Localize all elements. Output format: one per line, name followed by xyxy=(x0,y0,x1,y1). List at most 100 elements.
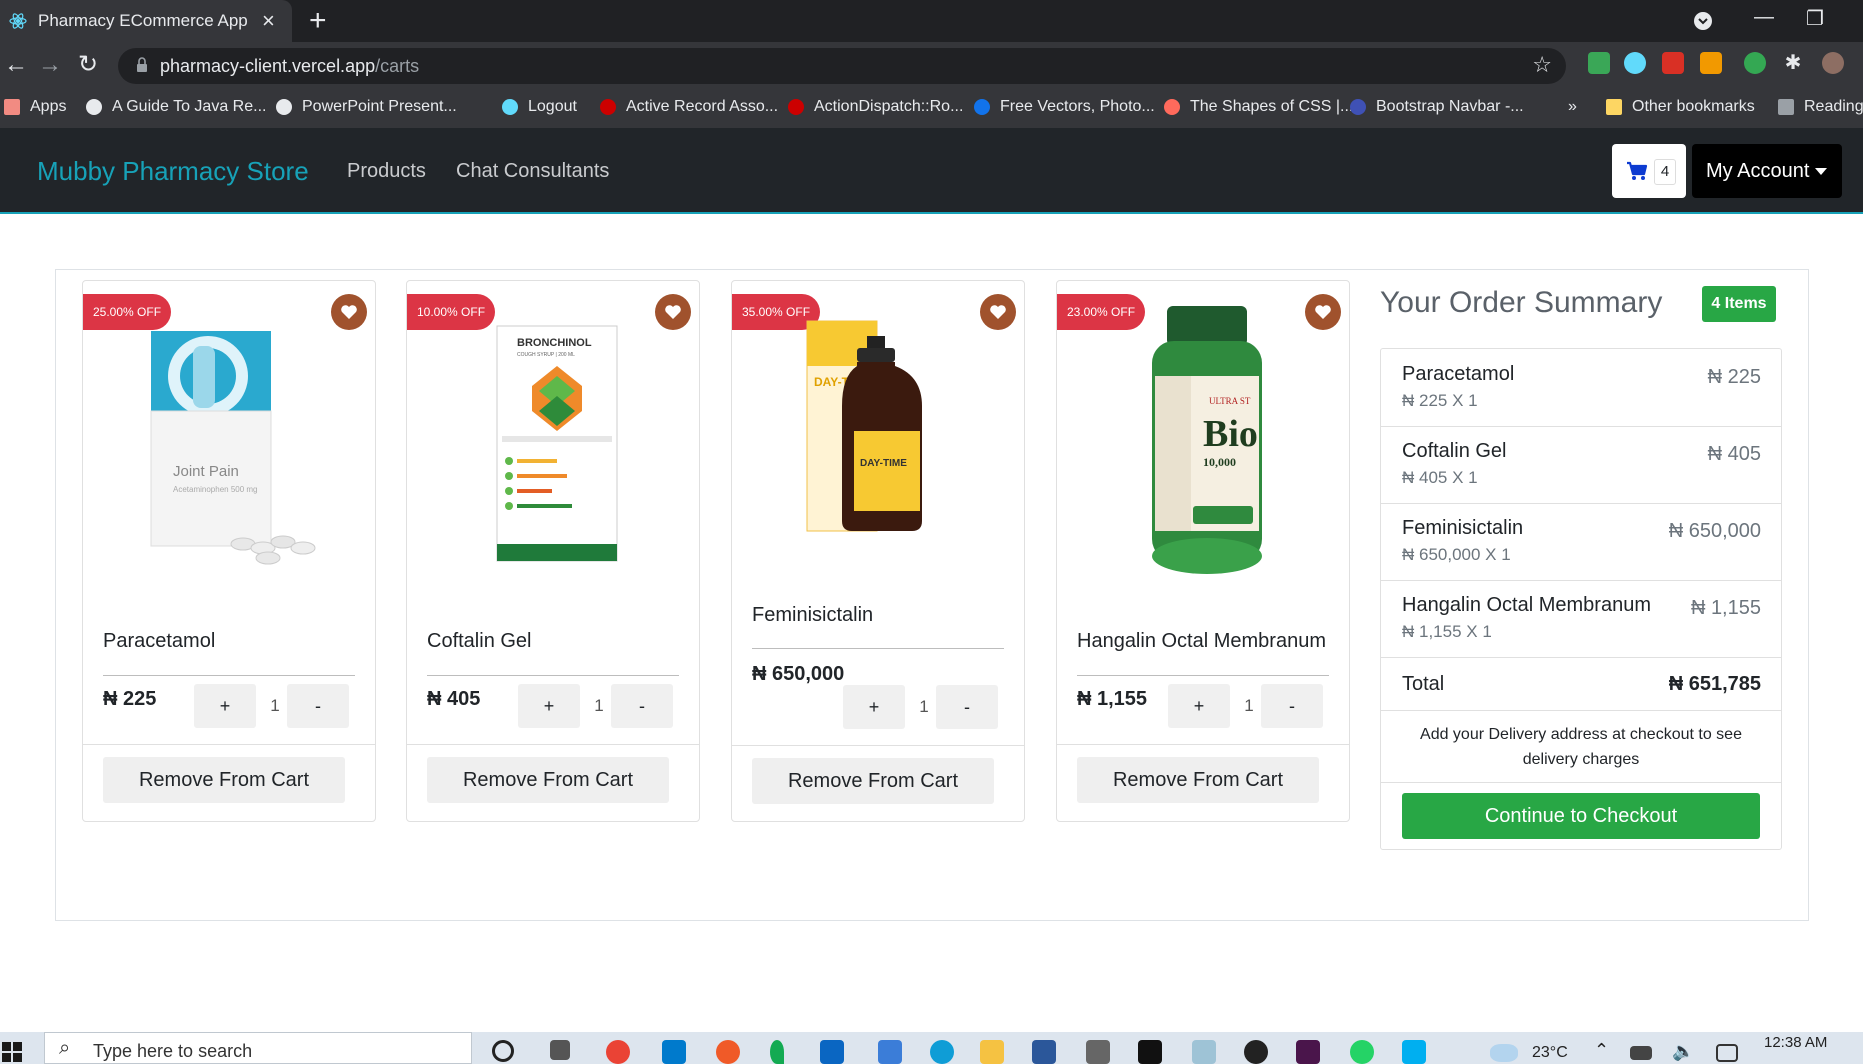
divider xyxy=(1077,675,1329,676)
remove-from-cart-button[interactable]: Remove From Cart xyxy=(103,757,345,803)
windows-start-icon[interactable] xyxy=(0,1038,24,1064)
caret-down-icon xyxy=(1815,168,1828,176)
summary-item-name: Coftalin Gel xyxy=(1402,440,1507,462)
edge-icon[interactable] xyxy=(930,1040,954,1064)
decrease-qty-button[interactable]: - xyxy=(936,685,998,729)
bookmark-item[interactable]: ActionDispatch::Ro... xyxy=(788,98,963,116)
download-extension-icon[interactable] xyxy=(1588,52,1610,74)
nav-products[interactable]: Products xyxy=(347,160,426,183)
summary-item-amount: ₦ 225 xyxy=(1707,366,1761,388)
tab-search-icon[interactable] xyxy=(1693,11,1713,31)
speaker-icon[interactable]: 🔈 xyxy=(1672,1041,1694,1062)
task-view-icon[interactable] xyxy=(550,1040,570,1060)
bookmarks-overflow[interactable]: » xyxy=(1568,98,1577,116)
mongodb-icon[interactable] xyxy=(770,1040,784,1064)
favorite-heart-button[interactable] xyxy=(331,294,367,330)
svg-text:ULTRA ST: ULTRA ST xyxy=(1209,396,1251,406)
cart-button[interactable]: 4 xyxy=(1612,144,1686,198)
bookmark-item[interactable]: Free Vectors, Photo... xyxy=(974,98,1155,116)
vscode-icon[interactable] xyxy=(662,1040,686,1064)
cart-product-card: 35.00% OFF DAY-TI DAY-TIME Feminisictali… xyxy=(731,280,1025,822)
extension-icon[interactable] xyxy=(1700,52,1722,74)
slack-icon[interactable] xyxy=(1296,1040,1320,1064)
divider xyxy=(103,675,355,676)
temperature: 23°C xyxy=(1532,1044,1568,1061)
favorite-heart-button[interactable] xyxy=(1305,294,1341,330)
browser-tab[interactable]: Pharmacy ECommerce App × xyxy=(0,0,292,42)
bookmark-apps[interactable]: Apps xyxy=(4,98,66,116)
remove-from-cart-button[interactable]: Remove From Cart xyxy=(427,757,669,803)
postman-icon[interactable] xyxy=(716,1040,740,1064)
summary-item-amount: ₦ 1,155 xyxy=(1690,597,1761,619)
remove-from-cart-button[interactable]: Remove From Cart xyxy=(1077,757,1319,803)
card-footer-divider xyxy=(1057,744,1349,745)
reload-icon[interactable]: ↻ xyxy=(78,50,98,80)
my-account-dropdown[interactable]: My Account xyxy=(1692,144,1842,198)
summary-item-name: Paracetamol xyxy=(1402,363,1515,385)
quantity-value: 1 xyxy=(1244,696,1254,715)
bookmark-item[interactable]: Logout xyxy=(502,98,577,116)
decrease-qty-button[interactable]: - xyxy=(1261,684,1323,728)
total-amount: ₦ 651,785 xyxy=(1668,673,1761,695)
shopping-cart-icon xyxy=(1627,161,1648,180)
quantity-value: 1 xyxy=(919,697,929,716)
battery-icon[interactable] xyxy=(1630,1046,1652,1060)
product-name: Feminisictalin xyxy=(752,604,874,626)
mail-icon[interactable] xyxy=(820,1040,844,1064)
clock-time[interactable]: 12:38 AM xyxy=(1764,1034,1827,1051)
bookmark-item[interactable]: The Shapes of CSS |... xyxy=(1164,98,1353,116)
continue-to-checkout-button[interactable]: Continue to Checkout xyxy=(1402,793,1760,839)
decrease-qty-button[interactable]: - xyxy=(287,684,349,728)
react-devtools-icon[interactable] xyxy=(1624,52,1646,74)
hs-app-icon[interactable] xyxy=(1244,1040,1268,1064)
back-icon[interactable]: ← xyxy=(4,50,28,80)
minimize-icon[interactable]: — xyxy=(1754,6,1774,29)
word-icon[interactable] xyxy=(1032,1040,1056,1064)
increase-qty-button[interactable]: + xyxy=(1168,684,1230,728)
app-icon[interactable] xyxy=(1086,1040,1110,1064)
forward-icon[interactable]: → xyxy=(38,50,62,80)
increase-qty-button[interactable]: + xyxy=(194,684,256,728)
new-tab-icon[interactable]: + xyxy=(309,4,327,38)
restore-icon[interactable]: ❐ xyxy=(1806,6,1824,31)
quantity-value: 1 xyxy=(270,696,280,715)
chevron-up-icon[interactable]: ⌃ xyxy=(1594,1040,1609,1061)
file-explorer-icon[interactable] xyxy=(980,1040,1004,1064)
freepik-icon xyxy=(974,99,990,115)
pocket-icon[interactable] xyxy=(1662,52,1684,74)
globe-icon xyxy=(86,99,102,115)
brand-link[interactable]: Mubby Pharmacy Store xyxy=(37,156,309,187)
nav-chat-consultants[interactable]: Chat Consultants xyxy=(456,160,609,183)
bookmark-item[interactable]: Active Record Asso... xyxy=(600,98,778,116)
divider xyxy=(752,648,1004,649)
taskbar-search[interactable]: ⌕ Type here to search xyxy=(44,1032,472,1064)
skype-icon[interactable] xyxy=(1402,1040,1426,1064)
profile-avatar[interactable] xyxy=(1822,52,1844,74)
photos-icon[interactable] xyxy=(878,1040,902,1064)
favorite-heart-button[interactable] xyxy=(655,294,691,330)
product-image: BRONCHINOL COUGH SYRUP | 200 ML xyxy=(496,325,618,562)
language-icon[interactable] xyxy=(1716,1044,1738,1062)
decrease-qty-button[interactable]: - xyxy=(611,684,673,728)
address-bar[interactable]: pharmacy-client.vercel.app/carts ☆ xyxy=(118,48,1566,84)
whatsapp-icon[interactable] xyxy=(1350,1040,1374,1064)
card-footer-divider xyxy=(407,744,699,745)
bookmark-item[interactable]: PowerPoint Present... xyxy=(276,98,457,116)
cortana-icon[interactable] xyxy=(492,1040,514,1062)
app-icon[interactable] xyxy=(1192,1040,1216,1064)
bookmark-item[interactable]: Bootstrap Navbar -... xyxy=(1350,98,1524,116)
bookmark-star-icon[interactable]: ☆ xyxy=(1532,52,1552,78)
extension-ring-icon[interactable] xyxy=(1744,52,1766,74)
reading-list[interactable]: Reading list xyxy=(1778,98,1863,116)
terminal-icon[interactable] xyxy=(1138,1040,1162,1064)
cart-count-badge: 4 xyxy=(1654,159,1676,185)
increase-qty-button[interactable]: + xyxy=(843,685,905,729)
increase-qty-button[interactable]: + xyxy=(518,684,580,728)
chrome-icon[interactable] xyxy=(606,1040,630,1064)
bookmark-item[interactable]: A Guide To Java Re... xyxy=(86,98,266,116)
bookmark-folder[interactable]: Other bookmarks xyxy=(1606,98,1755,116)
close-tab-icon[interactable]: × xyxy=(262,8,275,34)
puzzle-icon[interactable]: ✱ xyxy=(1782,52,1804,74)
favorite-heart-button[interactable] xyxy=(980,294,1016,330)
remove-from-cart-button[interactable]: Remove From Cart xyxy=(752,758,994,804)
